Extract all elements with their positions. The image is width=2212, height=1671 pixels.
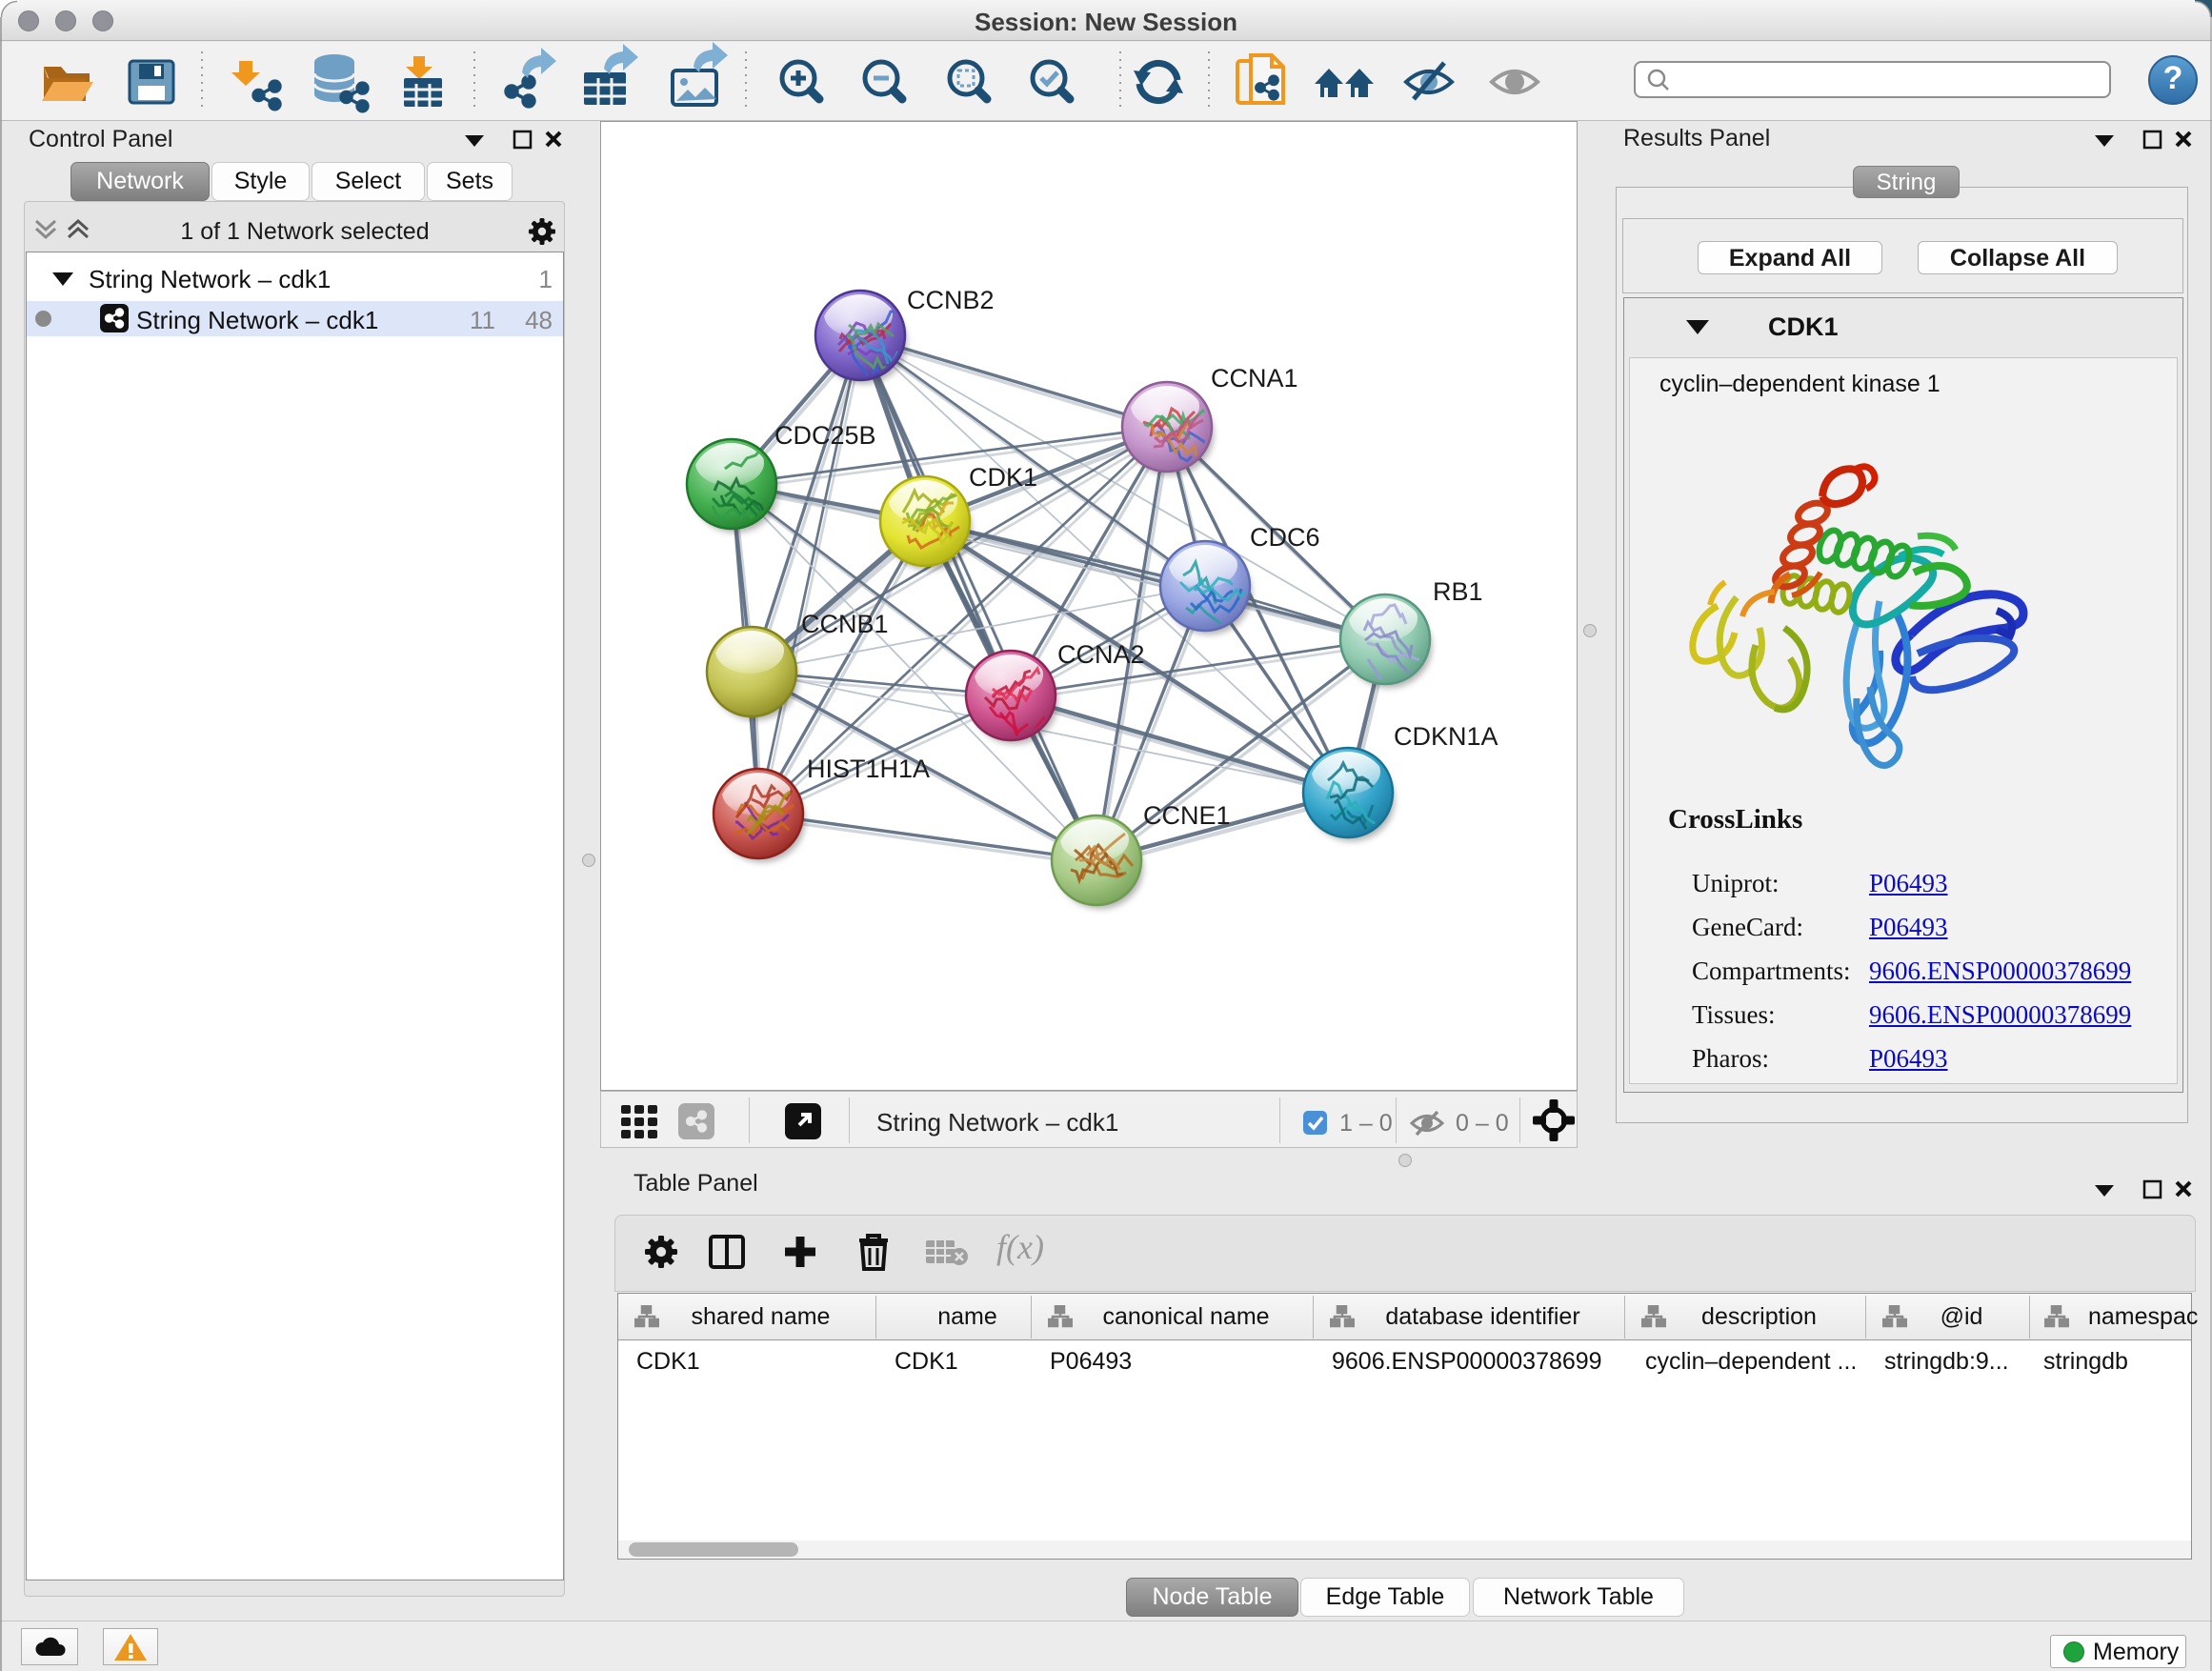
svg-text:CDK1: CDK1 bbox=[969, 463, 1037, 492]
svg-text:RB1: RB1 bbox=[1433, 577, 1483, 606]
svg-text:CCNB1: CCNB1 bbox=[801, 610, 889, 638]
svg-text:CDC25B: CDC25B bbox=[774, 421, 876, 450]
svg-text:HIST1H1A: HIST1H1A bbox=[807, 755, 930, 783]
svg-text:CDKN1A: CDKN1A bbox=[1394, 722, 1498, 751]
svg-text:CDC6: CDC6 bbox=[1250, 523, 1320, 552]
svg-text:CCNA1: CCNA1 bbox=[1211, 364, 1298, 393]
svg-text:CCNB2: CCNB2 bbox=[907, 286, 995, 314]
svg-text:CCNE1: CCNE1 bbox=[1143, 801, 1231, 830]
svg-text:CCNA2: CCNA2 bbox=[1057, 640, 1145, 669]
